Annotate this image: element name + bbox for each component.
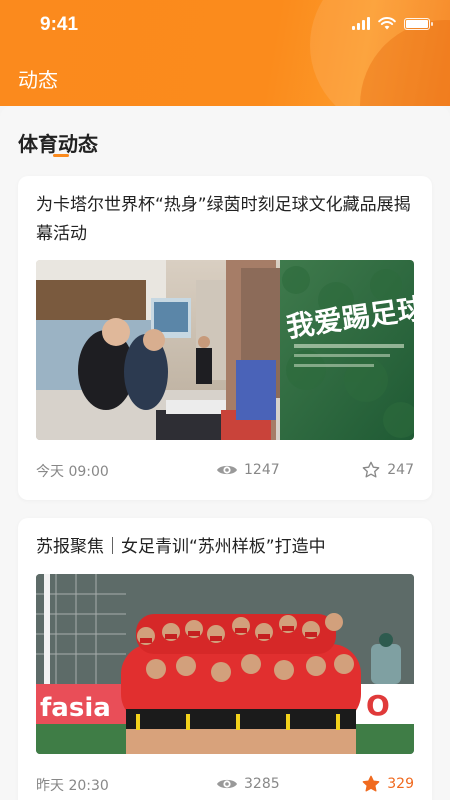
eye-icon bbox=[217, 779, 237, 789]
news-image[interactable]: 我爱踢足球 bbox=[36, 260, 414, 440]
main-content[interactable]: 体育动态 为卡塔尔世界杯“热身”绿茵时刻足球文化藏品展揭幕活动 我爱踢足球 今天… bbox=[0, 106, 450, 800]
battery-icon bbox=[404, 17, 433, 30]
svg-text:O: O bbox=[366, 689, 390, 722]
banner-text: fasia bbox=[40, 693, 111, 723]
news-title[interactable]: 为卡塔尔世界杯“热身”绿茵时刻足球文化藏品展揭幕活动 bbox=[36, 191, 418, 249]
news-image[interactable]: fasia O bbox=[36, 574, 414, 754]
news-time: 今天 09:00 bbox=[36, 464, 109, 480]
app-header: 9:41 动态 bbox=[0, 0, 450, 106]
news-title[interactable]: 苏报聚焦｜女足青训“苏州样板”打造中 bbox=[36, 533, 418, 562]
like-count-value: 247 bbox=[387, 462, 414, 478]
view-count-value: 3285 bbox=[244, 776, 280, 792]
status-bar: 9:41 bbox=[0, 0, 450, 52]
eye-icon bbox=[217, 465, 237, 475]
wifi-icon bbox=[378, 17, 396, 30]
news-photo-exhibition: 我爱踢足球 bbox=[36, 260, 414, 440]
news-meta: 今天 09:00 1247 247 bbox=[36, 458, 414, 482]
news-time: 昨天 20:30 bbox=[36, 778, 109, 794]
status-icons bbox=[352, 17, 433, 30]
cellular-signal-icon bbox=[352, 17, 370, 30]
view-count: 1247 bbox=[216, 458, 280, 482]
like-count-value: 329 bbox=[387, 776, 414, 792]
news-meta: 昨天 20:30 3285 329 bbox=[36, 772, 414, 796]
star-icon bbox=[362, 775, 380, 792]
page-title: 动态 bbox=[18, 68, 58, 92]
section-title: 体育动态 bbox=[18, 132, 98, 156]
star-icon bbox=[362, 461, 380, 478]
news-card[interactable]: 苏报聚焦｜女足青训“苏州样板”打造中 fasia O 昨天 20:30 3285… bbox=[18, 518, 432, 800]
like-button[interactable]: 329 bbox=[361, 772, 414, 796]
news-photo-team: fasia O bbox=[36, 574, 414, 754]
view-count: 3285 bbox=[216, 772, 280, 796]
view-count-value: 1247 bbox=[244, 462, 280, 478]
news-card[interactable]: 为卡塔尔世界杯“热身”绿茵时刻足球文化藏品展揭幕活动 我爱踢足球 今天 09:0… bbox=[18, 176, 432, 500]
like-button[interactable]: 247 bbox=[361, 458, 414, 482]
status-time: 9:41 bbox=[40, 14, 79, 35]
section-title-indicator bbox=[53, 154, 69, 157]
